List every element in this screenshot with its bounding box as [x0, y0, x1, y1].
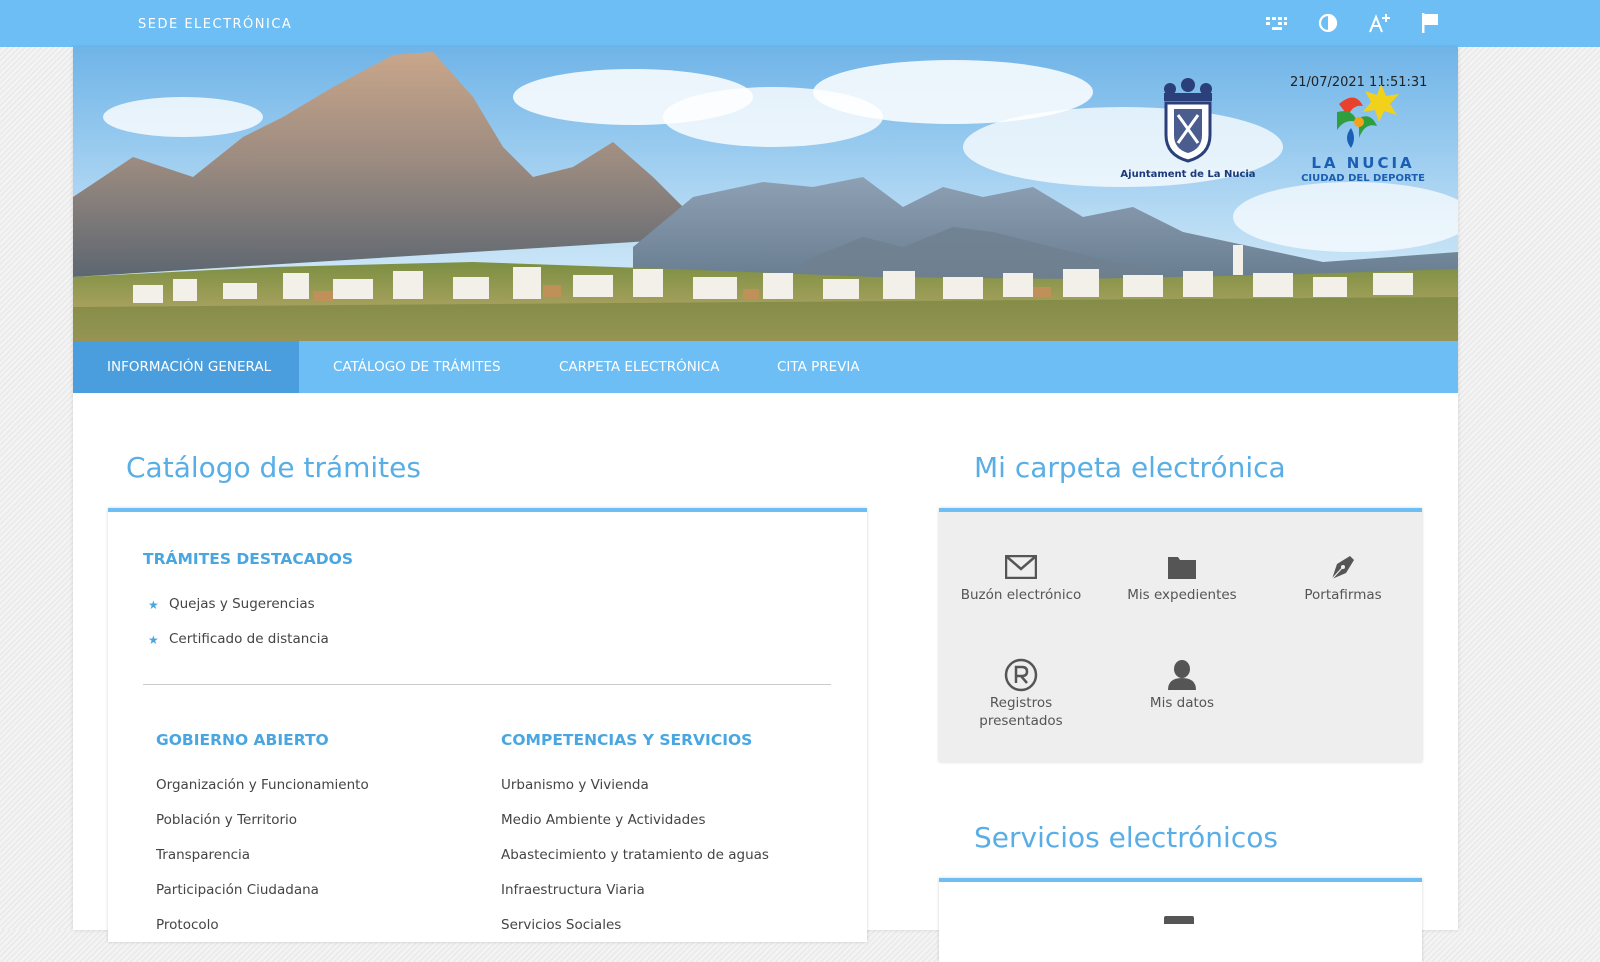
envelope-icon: [946, 550, 1096, 584]
competencias-link[interactable]: Servicios Sociales: [501, 917, 621, 933]
catalogo-title: Catálogo de trámites: [126, 451, 421, 484]
divider: [143, 684, 831, 685]
mis-datos-button[interactable]: Mis datos: [1107, 658, 1257, 712]
competencias-link[interactable]: Infraestructura Viaria: [501, 882, 645, 898]
servicios-title: Servicios electrónicos: [974, 821, 1278, 854]
folder-icon: [1107, 550, 1257, 584]
buzon-label: Buzón electrónico: [960, 587, 1082, 603]
main-nav: INFORMACIÓN GENERAL CATÁLOGO DE TRÁMITES…: [73, 341, 1458, 393]
expedientes-label: Mis expedientes: [1127, 587, 1237, 603]
nav-cita-previa[interactable]: CITA PREVIA: [777, 341, 860, 393]
top-bar: SEDE ELECTRÓNICA: [0, 0, 1600, 47]
service-icon: [1164, 916, 1194, 924]
competencias-link[interactable]: Urbanismo y Vivienda: [501, 777, 649, 793]
portafirmas-label: Portafirmas: [1304, 587, 1382, 603]
site-title[interactable]: SEDE ELECTRÓNICA: [138, 17, 292, 32]
destacado-link[interactable]: Quejas y Sugerencias: [169, 596, 315, 612]
gobierno-link[interactable]: Transparencia: [156, 847, 250, 863]
competencias-heading: COMPETENCIAS Y SERVICIOS: [501, 731, 753, 749]
pen-nib-icon: [1268, 550, 1418, 584]
mis-expedientes-button[interactable]: Mis expedientes: [1107, 550, 1257, 604]
buzon-electronico-button[interactable]: Buzón electrónico: [946, 550, 1096, 604]
gobierno-abierto-heading: GOBIERNO ABIERTO: [156, 731, 329, 749]
registered-icon: [946, 658, 1096, 692]
gobierno-link[interactable]: Organización y Funcionamiento: [156, 777, 369, 793]
font-size-icon[interactable]: [1367, 11, 1391, 35]
la-nucia-name: LA NUCIA: [1311, 154, 1415, 172]
catalogo-panel: TRÁMITES DESTACADOS ★ Quejas y Sugerenci…: [108, 508, 867, 942]
star-icon: ★: [148, 598, 159, 612]
servicios-panel: [939, 878, 1422, 962]
registros-presentados-button[interactable]: Registros presentados: [946, 658, 1096, 730]
gobierno-link[interactable]: Participación Ciudadana: [156, 882, 319, 898]
keyboard-icon[interactable]: [1264, 11, 1288, 35]
nav-informacion-general[interactable]: INFORMACIÓN GENERAL: [73, 341, 299, 393]
contrast-icon[interactable]: [1316, 11, 1340, 35]
flag-icon[interactable]: [1418, 11, 1442, 35]
carpeta-title: Mi carpeta electrónica: [974, 451, 1286, 484]
user-icon: [1107, 658, 1257, 692]
la-nucia-logo: [1293, 82, 1423, 156]
header-banner: 21/07/2021 11:51:31 Ajuntament de La Nuc…: [73, 47, 1458, 341]
competencias-link[interactable]: Abastecimiento y tratamiento de aguas: [501, 847, 769, 863]
gobierno-link[interactable]: Población y Territorio: [156, 812, 297, 828]
destacado-link[interactable]: Certificado de distancia: [169, 631, 329, 647]
star-icon: ★: [148, 633, 159, 647]
la-nucia-tagline: CIUDAD DEL DEPORTE: [1301, 173, 1425, 184]
gobierno-link[interactable]: Protocolo: [156, 917, 219, 933]
registros-label: Registros presentados: [979, 695, 1063, 729]
escudo-caption: Ajuntament de La Nucia: [1120, 169, 1256, 180]
portafirmas-button[interactable]: Portafirmas: [1268, 550, 1418, 604]
ayuntamiento-coat-of-arms: [1133, 77, 1243, 171]
carpeta-panel: Buzón electrónico Mis expedientes Portaf…: [939, 508, 1422, 762]
mis-datos-label: Mis datos: [1149, 695, 1215, 711]
main-container: 21/07/2021 11:51:31 Ajuntament de La Nuc…: [73, 47, 1458, 962]
nav-catalogo-tramites[interactable]: CATÁLOGO DE TRÁMITES: [333, 341, 501, 393]
competencias-link[interactable]: Medio Ambiente y Actividades: [501, 812, 706, 828]
destacados-heading: TRÁMITES DESTACADOS: [143, 550, 353, 568]
landscape-image: [73, 47, 1458, 341]
nav-carpeta-electronica[interactable]: CARPETA ELECTRÓNICA: [559, 341, 719, 393]
